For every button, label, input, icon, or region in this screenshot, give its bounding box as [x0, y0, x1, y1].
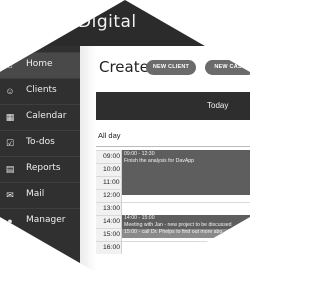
calendar-icon: ▦: [5, 112, 15, 122]
sidebar-item-label: Home: [26, 59, 53, 69]
event-time: 14:00 - 15:00: [124, 215, 155, 221]
checkbox-icon: ☑: [5, 138, 15, 148]
app-window: Digital ⌂ Home ☺ Clients ▦ Calendar ☑ To…: [0, 0, 250, 289]
sidebar-shadow: [80, 46, 96, 289]
all-day-label: All day: [98, 131, 121, 140]
calendar-event[interactable]: 09:00 - 12:30 Finish the analysis for Da…: [122, 150, 250, 195]
new-case-button[interactable]: NEW CASE: [205, 60, 250, 75]
time-label: 12:00: [103, 192, 121, 199]
mail-icon: ✉: [6, 190, 14, 200]
time-label: 09:00: [103, 153, 121, 160]
page-title: Create: [99, 58, 149, 76]
time-label: 10:00: [103, 166, 121, 173]
calendar-event[interactable]: 14:00 - 15:00 Meeting with Jan - new pro…: [122, 215, 250, 229]
time-label: 14:00: [103, 218, 121, 225]
sidebar-item-mail[interactable]: ✉ Mail: [0, 182, 80, 208]
time-label: 15:00: [103, 231, 121, 238]
event-title: 15:00 - call Dr. Phelps to find out more…: [124, 229, 223, 235]
calendar-day-label: Today: [207, 101, 229, 110]
sidebar-item-label: Reports: [26, 163, 61, 173]
sidebar-item-manager[interactable]: ● Manager: [0, 208, 80, 234]
sidebar-item-reports[interactable]: ▤ Reports: [0, 156, 80, 182]
event-time: 09:00 - 12:30: [124, 151, 155, 157]
chart-icon: ▤: [5, 164, 15, 174]
sidebar-item-calendar[interactable]: ▦ Calendar: [0, 104, 80, 130]
home-icon: ⌂: [7, 60, 13, 70]
sidebar-item-label: Mail: [26, 189, 45, 199]
sidebar-item-label: To-dos: [26, 137, 55, 147]
top-bar: Digital: [0, 0, 250, 46]
sidebar-item-todos[interactable]: ☑ To-dos: [0, 130, 80, 156]
event-title: Finish the analysis for DavApp: [124, 158, 195, 164]
brand-title: Digital: [78, 12, 137, 32]
new-client-button[interactable]: NEW CLIENT: [146, 60, 196, 75]
sidebar-item-label: Clients: [26, 85, 57, 95]
time-label: 13:00: [103, 205, 121, 212]
sidebar-item-home[interactable]: ⌂ Home: [0, 52, 80, 78]
event-title: Meeting with Jan - new project to be dis…: [124, 222, 232, 228]
stage: Digital ⌂ Home ☺ Clients ▦ Calendar ☑ To…: [0, 0, 250, 289]
sidebar: ⌂ Home ☺ Clients ▦ Calendar ☑ To-dos ▤ R…: [0, 46, 80, 289]
calendar-event[interactable]: 15:00 - call Dr. Phelps to find out more…: [122, 229, 250, 238]
time-label: 16:00: [103, 244, 121, 251]
time-label: 11:00: [103, 179, 120, 186]
sidebar-item-label: Manager: [26, 215, 66, 225]
sidebar-item-label: Calendar: [26, 111, 67, 121]
chat-icon: ●: [7, 216, 13, 226]
users-icon: ☺: [5, 86, 15, 96]
sidebar-item-clients[interactable]: ☺ Clients: [0, 78, 80, 104]
